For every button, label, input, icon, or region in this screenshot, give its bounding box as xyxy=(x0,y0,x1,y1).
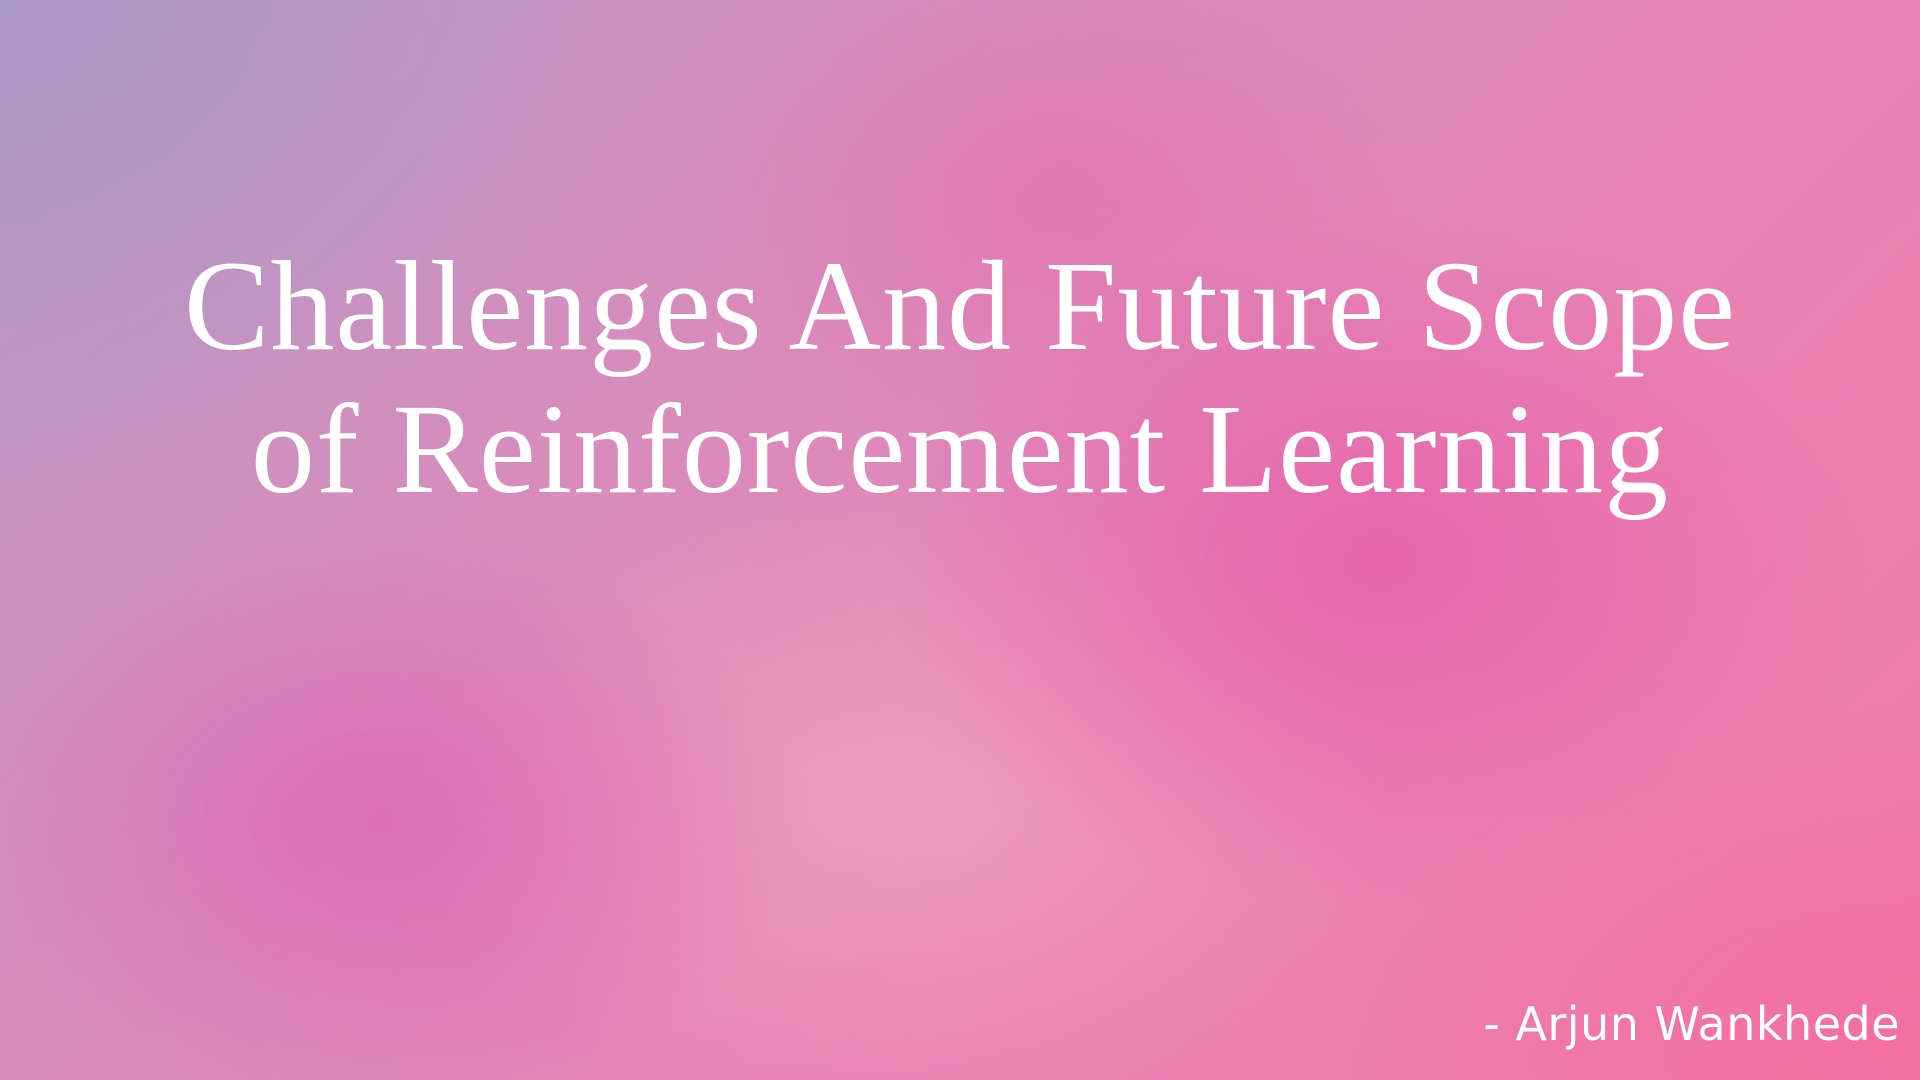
title-slide: Challenges And Future Scope of Reinforce… xyxy=(0,0,1920,1080)
author-credit: - Arjun Wankhede xyxy=(1483,997,1900,1051)
slide-title: Challenges And Future Scope of Reinforce… xyxy=(0,235,1920,521)
slide-title-line-2: of Reinforcement Learning xyxy=(250,378,1670,520)
gradient-background xyxy=(0,0,1920,1080)
slide-title-line-1: Challenges And Future Scope xyxy=(183,235,1737,377)
